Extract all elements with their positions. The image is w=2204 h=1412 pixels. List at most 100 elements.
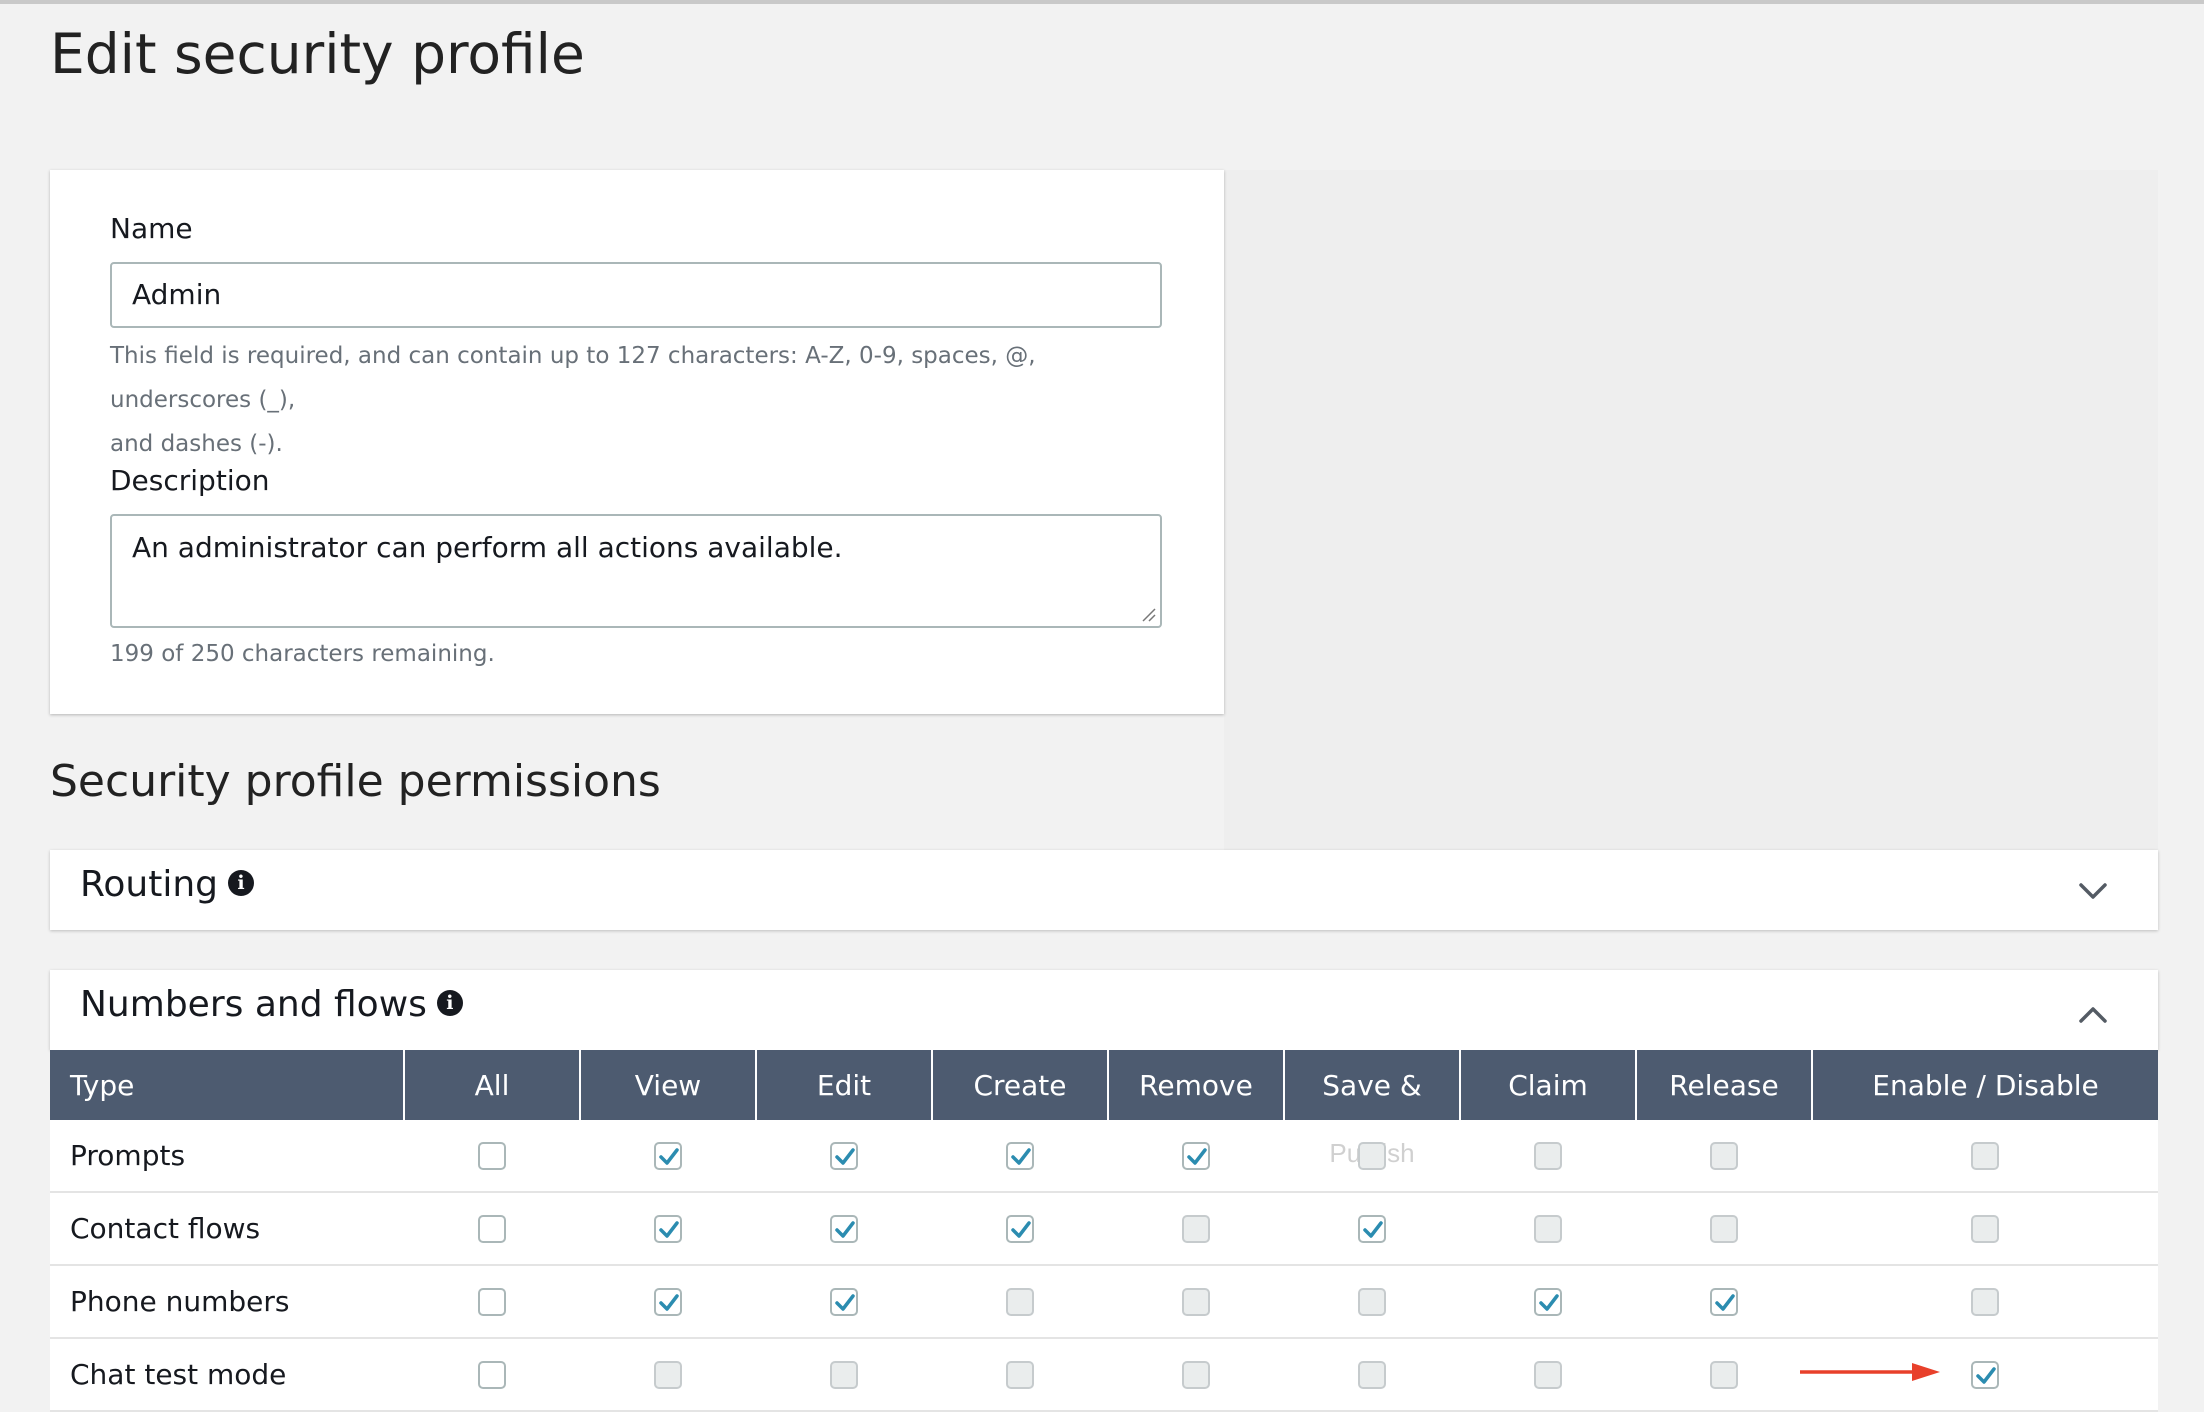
checkbox-claim[interactable]: [1534, 1360, 1562, 1389]
cell-remove: [1108, 1338, 1284, 1412]
name-hint-line2: and dashes (-).: [110, 431, 283, 457]
cell-remove: [1108, 1265, 1284, 1339]
cell-view: [580, 1120, 756, 1193]
info-icon[interactable]: i: [436, 990, 463, 1016]
checkmark-icon: [1715, 1293, 1735, 1311]
checkbox-release[interactable]: [1710, 1360, 1738, 1389]
cell-view: [580, 1192, 756, 1266]
checkbox-enable-disable[interactable]: [1971, 1287, 1999, 1316]
checkbox-wrapper: [654, 1360, 682, 1389]
checkbox-release[interactable]: [1710, 1141, 1738, 1170]
cell-enable-disable: [1812, 1192, 2158, 1266]
checkbox-wrapper: [1358, 1214, 1386, 1243]
side-panel: [1224, 170, 2158, 850]
checkbox-remove[interactable]: [1182, 1360, 1210, 1389]
checkbox-wrapper: [1971, 1141, 1999, 1170]
column-header-all: All: [404, 1050, 581, 1120]
accordion-numbers-flows[interactable]: Numbers and flows i: [50, 970, 2158, 1050]
checkbox-enable-disable[interactable]: [1971, 1141, 1999, 1170]
checkbox-wrapper: [1182, 1214, 1210, 1243]
red-arrow-icon: [1800, 1363, 1940, 1381]
column-header-view: View: [580, 1050, 757, 1120]
cell-create: [932, 1338, 1108, 1412]
cell-edit: [756, 1120, 932, 1193]
checkbox-edit[interactable]: [830, 1287, 858, 1316]
name-input[interactable]: Admin: [110, 262, 1162, 328]
checkbox-remove[interactable]: [1182, 1214, 1210, 1243]
checkbox-wrapper: [1358, 1360, 1386, 1389]
checkbox-wrapper: [1971, 1287, 1999, 1316]
checkmark-icon: [1976, 1366, 1996, 1384]
permissions-title: Security profile permissions: [50, 756, 661, 807]
checkbox-enable-disable[interactable]: [1971, 1214, 1999, 1243]
chevron-up-icon[interactable]: [2078, 1000, 2108, 1030]
checkbox-view[interactable]: [654, 1141, 682, 1170]
checkbox-all[interactable]: [478, 1141, 506, 1170]
resize-handle-icon[interactable]: [1140, 606, 1156, 622]
checkbox-view[interactable]: [654, 1287, 682, 1316]
checkbox-wrapper: [478, 1360, 506, 1389]
checkbox-enable-disable[interactable]: [1971, 1360, 1999, 1389]
cell-release: [1636, 1120, 1812, 1193]
checkbox-save-publish[interactable]: [1358, 1214, 1386, 1243]
checkbox-wrapper: [478, 1214, 506, 1243]
checkbox-create[interactable]: [1006, 1360, 1034, 1389]
checkbox-wrapper: [1006, 1287, 1034, 1316]
cell-all: [404, 1192, 580, 1266]
checkbox-wrapper: [1971, 1360, 1999, 1389]
checkbox-all[interactable]: [478, 1360, 506, 1389]
cell-view: [580, 1338, 756, 1412]
column-header-save-publish: Save &: [1284, 1050, 1461, 1120]
checkbox-wrapper: [478, 1287, 506, 1316]
info-icon[interactable]: i: [228, 870, 255, 896]
checkbox-wrapper: [1182, 1360, 1210, 1389]
checkbox-view[interactable]: [654, 1214, 682, 1243]
accordion-routing[interactable]: Routing i: [50, 850, 2158, 930]
checkbox-claim[interactable]: [1534, 1214, 1562, 1243]
checkbox-wrapper: [1534, 1287, 1562, 1316]
checkbox-view[interactable]: [654, 1360, 682, 1389]
checkbox-wrapper: [1358, 1141, 1386, 1170]
checkbox-save-publish[interactable]: [1358, 1141, 1386, 1170]
checkbox-remove[interactable]: [1182, 1141, 1210, 1170]
checkbox-wrapper: [830, 1214, 858, 1243]
cell-enable-disable: [1812, 1120, 2158, 1193]
description-hint: 199 of 250 characters remaining.: [110, 641, 495, 667]
cell-edit: [756, 1192, 932, 1266]
checkbox-create[interactable]: [1006, 1214, 1034, 1243]
checkbox-create[interactable]: [1006, 1141, 1034, 1170]
cell-enable-disable: [1812, 1265, 2158, 1339]
checkmark-icon: [659, 1293, 679, 1311]
checkmark-icon: [1363, 1220, 1383, 1238]
checkbox-edit[interactable]: [830, 1360, 858, 1389]
checkbox-wrapper: [1710, 1214, 1738, 1243]
checkbox-release[interactable]: [1710, 1287, 1738, 1316]
checkmark-icon: [659, 1220, 679, 1238]
cell-all: [404, 1265, 580, 1339]
row-type-label: Phone numbers: [50, 1265, 404, 1339]
checkmark-icon: [835, 1293, 855, 1311]
checkbox-save-publish[interactable]: [1358, 1287, 1386, 1316]
description-textarea[interactable]: An administrator can perform all actions…: [110, 514, 1162, 628]
row-type-label: Contact flows: [50, 1192, 404, 1266]
checkbox-edit[interactable]: [830, 1141, 858, 1170]
cell-create: [932, 1192, 1108, 1266]
checkbox-create[interactable]: [1006, 1287, 1034, 1316]
accordion-routing-header: Routing i: [80, 864, 255, 905]
checkmark-icon: [1539, 1293, 1559, 1311]
checkbox-wrapper: [830, 1360, 858, 1389]
checkbox-save-publish[interactable]: [1358, 1360, 1386, 1389]
checkbox-remove[interactable]: [1182, 1287, 1210, 1316]
checkbox-wrapper: [1710, 1360, 1738, 1389]
chevron-down-icon[interactable]: [2078, 876, 2108, 906]
checkbox-all[interactable]: [478, 1214, 506, 1243]
checkbox-release[interactable]: [1710, 1214, 1738, 1243]
checkbox-edit[interactable]: [830, 1214, 858, 1243]
name-input-value: Admin: [132, 278, 222, 311]
checkbox-claim[interactable]: [1534, 1287, 1562, 1316]
cell-claim: [1460, 1265, 1636, 1339]
checkbox-claim[interactable]: [1534, 1141, 1562, 1170]
checkbox-wrapper: [1534, 1360, 1562, 1389]
checkbox-all[interactable]: [478, 1287, 506, 1316]
checkbox-wrapper: [1710, 1287, 1738, 1316]
